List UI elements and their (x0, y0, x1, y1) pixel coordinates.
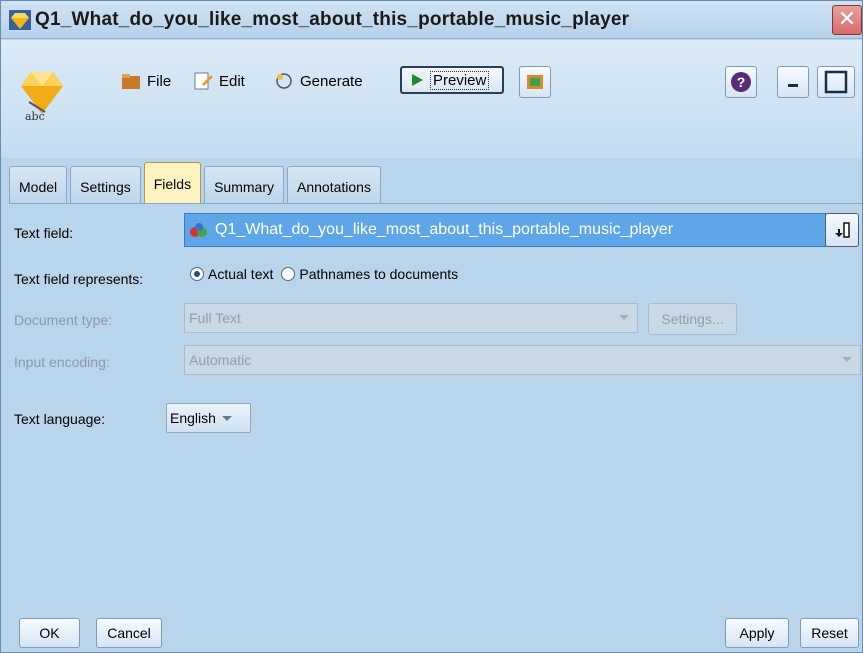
minimize-button[interactable] (777, 66, 809, 98)
minimize-icon (788, 84, 798, 87)
field-picker-button[interactable] (825, 213, 859, 247)
document-type-value: Full Text (189, 310, 241, 326)
document-type-label: Document type: (14, 312, 113, 328)
text-language-dropdown[interactable]: English (166, 403, 251, 433)
input-encoding-dropdown[interactable]: Automatic (184, 345, 861, 375)
chevron-down-icon (842, 357, 852, 362)
edit-menu[interactable]: Edit (193, 70, 245, 92)
chevron-down-icon (221, 415, 232, 421)
generate-menu-label: Generate (300, 72, 363, 90)
preview-button[interactable]: Preview (400, 66, 504, 94)
tab-settings[interactable]: Settings (70, 166, 141, 203)
output-icon (527, 75, 543, 89)
text-mining-node-icon (21, 72, 63, 114)
maximize-button[interactable] (817, 66, 855, 98)
edit-menu-label: Edit (219, 72, 245, 90)
text-field-label: Text field: (14, 225, 74, 241)
input-encoding-value: Automatic (189, 352, 252, 368)
node-diamond-icon (9, 10, 31, 30)
tab-fields[interactable]: Fields (143, 162, 202, 203)
edit-icon (194, 72, 213, 90)
apply-button[interactable]: Apply (725, 618, 789, 648)
field-type-icon (190, 223, 207, 237)
field-picker-icon (835, 222, 850, 238)
generate-icon (276, 73, 292, 89)
node-caption: abc (25, 110, 45, 123)
radio-pathnames[interactable] (281, 267, 296, 281)
toolbar-area: abc File Edit Generate Preview ? (1, 40, 862, 158)
fields-panel: Text field: Q1_What_do_you_like_most_abo… (9, 203, 862, 611)
radio-actual-text-label: Actual text (208, 266, 274, 282)
tab-annotations[interactable]: Annotations (287, 166, 381, 203)
file-menu[interactable]: File (121, 70, 171, 92)
text-language-label: Text language: (14, 411, 106, 427)
tab-summary[interactable]: Summary (204, 166, 284, 203)
preview-button-label: Preview (430, 70, 490, 90)
tab-model[interactable]: Model (9, 166, 68, 203)
tab-bar: Model Settings Fields Summary Annotation… (9, 162, 381, 203)
maximize-icon (824, 70, 848, 94)
text-field-value: Q1_What_do_you_like_most_about_this_port… (215, 221, 674, 238)
document-type-dropdown[interactable]: Full Text (184, 303, 638, 333)
text-field-selector[interactable]: Q1_What_do_you_like_most_about_this_port… (184, 213, 826, 247)
play-icon (408, 72, 426, 88)
title-bar[interactable]: Q1_What_do_you_like_most_about_this_port… (1, 1, 862, 39)
represents-label: Text field represents: (14, 271, 144, 287)
settings-button[interactable]: Settings... (648, 303, 737, 335)
represents-radio-group: Actual text Pathnames to documents (190, 266, 458, 282)
output-button[interactable] (519, 66, 551, 98)
radio-pathnames-label: Pathnames to documents (299, 266, 459, 282)
cancel-button[interactable]: Cancel (96, 618, 162, 648)
window-title: Q1_What_do_you_like_most_about_this_port… (35, 9, 630, 30)
reset-button[interactable]: Reset (800, 618, 859, 648)
help-button[interactable]: ? (725, 66, 757, 98)
radio-actual-text[interactable] (190, 267, 204, 281)
close-button[interactable]: ✕ (832, 5, 862, 35)
help-icon: ? (731, 72, 751, 92)
dialog-window: Q1_What_do_you_like_most_about_this_port… (0, 0, 863, 653)
chevron-down-icon (619, 315, 629, 320)
text-language-value: English (170, 410, 216, 426)
ok-button[interactable]: OK (19, 618, 80, 648)
generate-menu[interactable]: Generate (274, 70, 363, 92)
folder-icon (122, 74, 140, 89)
file-menu-label: File (147, 72, 172, 90)
input-encoding-label: Input encoding: (14, 354, 110, 370)
